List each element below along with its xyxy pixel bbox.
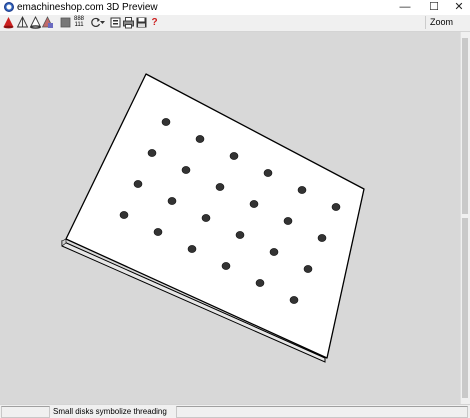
- dropdown-arrow-icon[interactable]: [99, 16, 106, 29]
- vertical-scrollbar[interactable]: [460, 32, 470, 404]
- threaded-hole: [317, 234, 327, 242]
- threaded-hole: [187, 245, 197, 253]
- info-icon[interactable]: [109, 16, 122, 29]
- threaded-hole: [269, 248, 279, 256]
- threaded-hole: [249, 200, 259, 208]
- save-icon[interactable]: [135, 16, 148, 29]
- status-cell-empty: [1, 406, 50, 418]
- threaded-hole: [303, 265, 313, 273]
- threaded-hole: [235, 231, 245, 239]
- grid-label-bottom: 111: [74, 22, 84, 28]
- threaded-hole: [133, 180, 143, 188]
- print-icon[interactable]: [122, 16, 135, 29]
- threaded-hole: [181, 166, 191, 174]
- threaded-hole: [195, 135, 205, 143]
- scrollbar-upper-thumb[interactable]: [462, 38, 468, 214]
- threaded-hole: [289, 296, 299, 304]
- threaded-hole: [263, 169, 273, 177]
- solid-square-icon[interactable]: [59, 16, 72, 29]
- maximize-button[interactable]: ☐: [421, 0, 447, 15]
- threaded-hole: [153, 228, 163, 236]
- status-bar: Small disks symbolize threading: [0, 404, 470, 418]
- plate-model: [61, 73, 365, 363]
- threaded-hole: [119, 211, 129, 219]
- threaded-hole: [283, 217, 293, 225]
- scrollbar-lower-thumb[interactable]: [462, 218, 468, 398]
- status-message: Small disks symbolize threading: [53, 407, 167, 416]
- toolbar: 888 111 ? Zoom: [0, 15, 470, 32]
- color-cone-icon[interactable]: [41, 16, 54, 29]
- threaded-hole: [167, 197, 177, 205]
- wireframe-cone-icon[interactable]: [16, 15, 29, 29]
- threaded-hole: [221, 262, 231, 270]
- threaded-hole: [161, 118, 171, 126]
- grid-numbers-icon[interactable]: 888 111: [72, 16, 86, 29]
- threaded-hole: [215, 183, 225, 191]
- close-button[interactable]: ✕: [446, 0, 470, 15]
- threaded-hole: [331, 203, 341, 211]
- threaded-hole: [201, 214, 211, 222]
- threaded-hole: [147, 149, 157, 157]
- 3d-viewport[interactable]: [0, 32, 461, 404]
- app-icon: [4, 2, 14, 12]
- zoom-button[interactable]: Zoom: [424, 16, 457, 29]
- red-cone-icon[interactable]: [2, 16, 15, 29]
- window-title: emachineshop.com 3D Preview: [17, 2, 158, 13]
- help-icon[interactable]: ?: [148, 16, 161, 29]
- threaded-hole: [297, 186, 307, 194]
- minimize-button[interactable]: —: [392, 0, 418, 15]
- threaded-hole: [255, 279, 265, 287]
- threaded-hole: [229, 152, 239, 160]
- status-cell-right: [176, 406, 468, 418]
- title-bar: emachineshop.com 3D Preview — ☐ ✕: [0, 0, 470, 16]
